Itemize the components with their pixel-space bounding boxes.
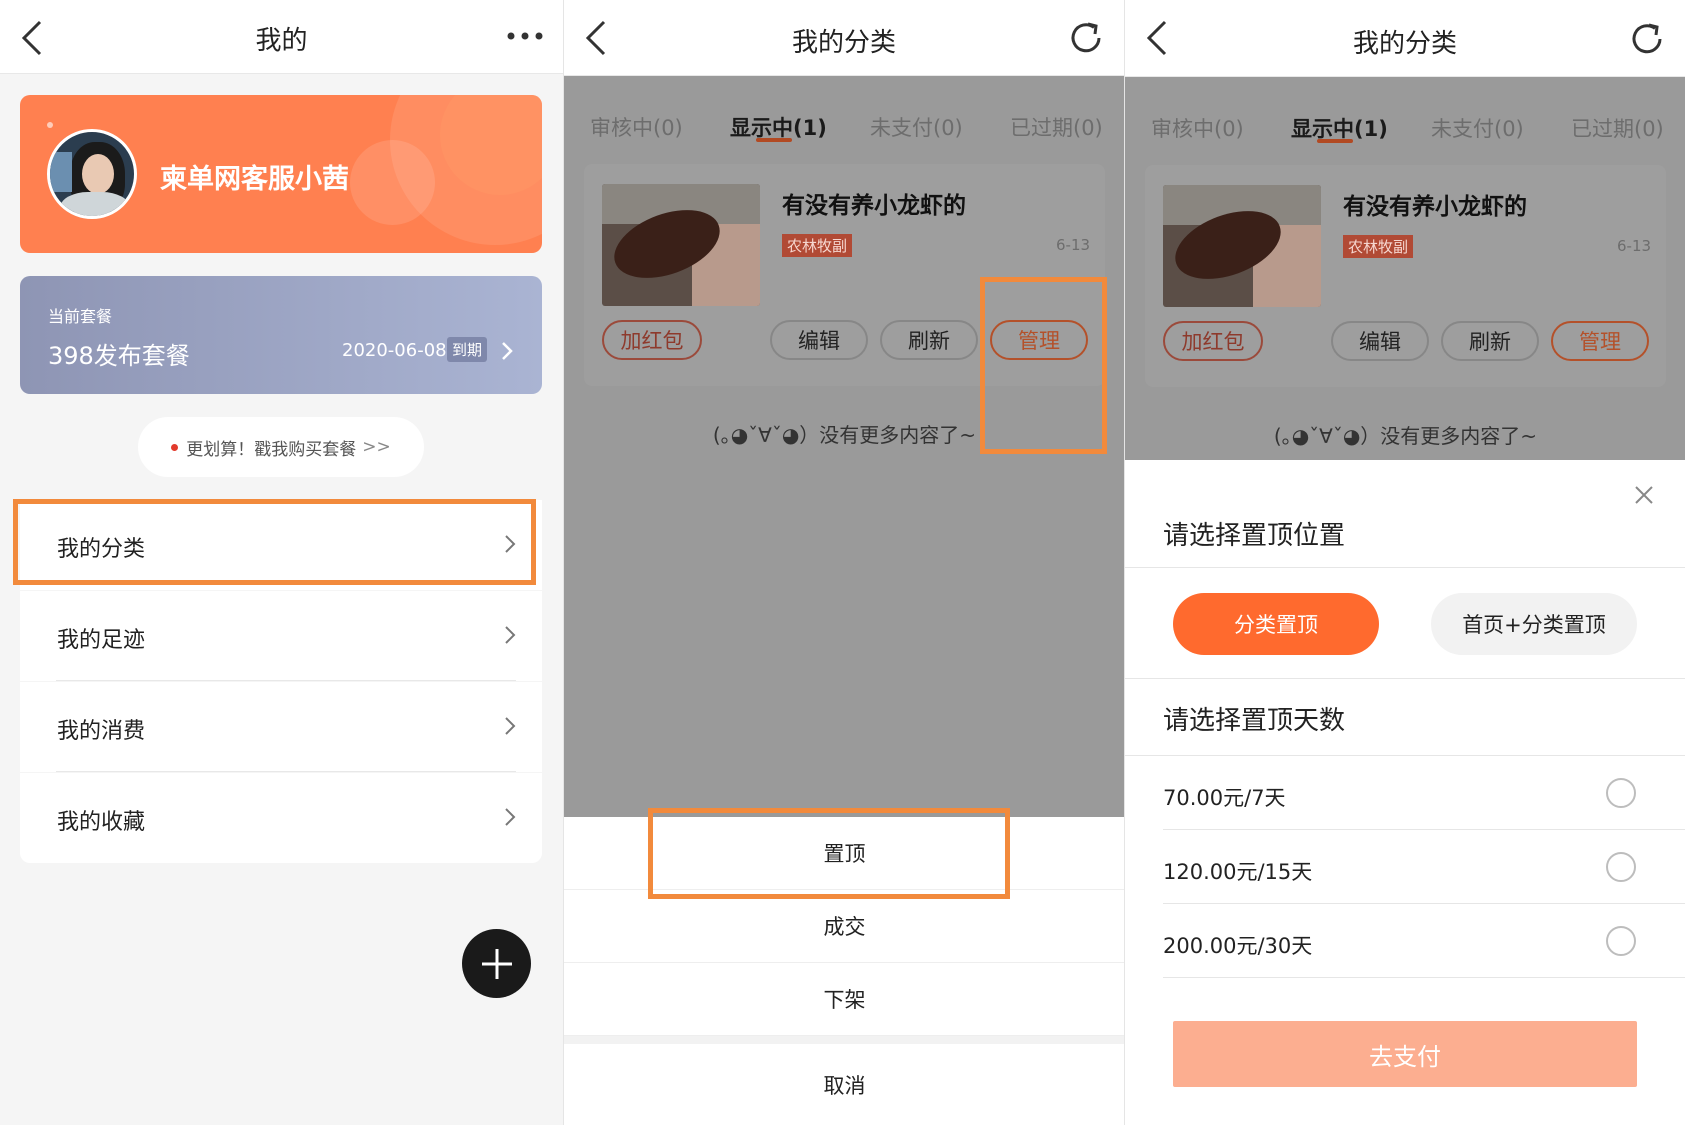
chevron-right-icon <box>505 626 516 644</box>
tab-unpaid[interactable]: 未支付(0) <box>870 112 963 142</box>
page-title: 我的分类 <box>791 28 896 58</box>
tab-unpaid[interactable]: 未支付(0) <box>1431 113 1524 143</box>
refresh-button[interactable]: 刷新 <box>880 320 978 360</box>
avatar[interactable] <box>47 129 137 219</box>
decor-dot <box>47 122 53 128</box>
action-deal[interactable]: 成交 <box>564 890 1124 963</box>
dim-overlay[interactable]: 审核中(0) 显示中(1) 未支付(0) 已过期(0) 有没有养小龙虾的 农林牧… <box>1125 77 1685 460</box>
post-thumbnail <box>602 184 760 306</box>
divider <box>1163 977 1685 978</box>
menu-item-label: 我的收藏 <box>57 810 146 835</box>
package-card[interactable]: 当前套餐 398发布套餐 2020-06-08 到期 <box>20 276 542 394</box>
panel-my-page: 我的 柬单网客服小茜 当前套餐 398发布套餐 2020-06-08 到期 更划… <box>0 0 563 1125</box>
menu-item-my-footprint[interactable]: 我的足迹 <box>20 591 542 681</box>
post-title: 有没有养小龙虾的 <box>1343 194 1527 220</box>
category-tag: 农林牧副 <box>782 234 853 257</box>
close-icon[interactable] <box>1633 484 1655 506</box>
position-heading: 请选择置顶位置 <box>1163 521 1346 551</box>
promo-text: 更划算！戳我购买套餐 <box>186 439 357 460</box>
tab-reviewing[interactable]: 审核中(0) <box>1151 113 1244 143</box>
menu-item-my-spending[interactable]: 我的消费 <box>20 682 542 772</box>
action-take-down[interactable]: 下架 <box>564 963 1124 1036</box>
highlight-frame <box>980 277 1107 454</box>
post-title: 有没有养小龙虾的 <box>782 193 966 219</box>
add-red-packet-button[interactable]: 加红包 <box>602 320 702 360</box>
tab-underline <box>1317 139 1353 143</box>
category-tag: 农林牧副 <box>1343 235 1414 258</box>
page-title: 我的分类 <box>1352 29 1457 59</box>
post-date: 6-13 <box>1617 237 1652 255</box>
divider <box>1125 678 1685 679</box>
profile-card[interactable]: 柬单网客服小茜 <box>20 95 542 253</box>
divider <box>1125 755 1685 756</box>
sheet-separator <box>564 1036 1124 1044</box>
page-title: 我的 <box>255 26 308 56</box>
chevron-right-icon <box>505 717 516 735</box>
days-heading: 请选择置顶天数 <box>1163 706 1346 736</box>
highlight-frame <box>648 808 1010 899</box>
pay-button[interactable]: 去支付 <box>1173 1021 1637 1087</box>
price-radio-15-days[interactable] <box>1606 852 1636 882</box>
manage-button[interactable]: 管理 <box>1551 321 1649 361</box>
decor-circle <box>350 140 435 225</box>
expire-badge: 到期 <box>447 337 488 362</box>
profile-name: 柬单网客服小茜 <box>160 164 349 195</box>
double-chevron-icon: >> <box>362 437 391 457</box>
edit-button[interactable]: 编辑 <box>1331 321 1429 361</box>
top-bar: 我的分类 <box>1125 0 1685 77</box>
package-name: 398发布套餐 <box>48 342 190 370</box>
chevron-right-icon <box>505 808 516 826</box>
no-more-text: (｡◕ˇ∀ˇ◕）没有更多内容了~ <box>1273 424 1538 448</box>
price-radio-7-days[interactable] <box>1606 778 1636 808</box>
plus-icon <box>481 948 512 979</box>
post-thumbnail <box>1163 185 1321 307</box>
price-option-label: 120.00元/15天 <box>1163 860 1313 884</box>
refresh-icon[interactable] <box>1627 19 1667 59</box>
promo-button[interactable]: 更划算！戳我购买套餐 >> <box>138 417 424 477</box>
add-red-packet-button[interactable]: 加红包 <box>1163 321 1263 361</box>
panel-pin-modal: 我的分类 审核中(0) 显示中(1) 未支付(0) 已过期(0) 有没有养小龙虾… <box>1124 0 1685 1125</box>
tab-expired[interactable]: 已过期(0) <box>1571 113 1664 143</box>
tab-expired[interactable]: 已过期(0) <box>1010 112 1103 142</box>
menu-item-label: 我的足迹 <box>57 628 146 653</box>
divider <box>1125 567 1685 568</box>
top-bar: 我的 <box>0 0 563 74</box>
menu-item-my-favorites[interactable]: 我的收藏 <box>20 773 542 863</box>
divider <box>1163 903 1685 904</box>
post-card[interactable]: 有没有养小龙虾的 农林牧副 6-13 加红包 编辑 刷新 管理 <box>1145 165 1666 387</box>
red-dot <box>171 443 179 451</box>
option-category-top[interactable]: 分类置顶 <box>1173 593 1379 655</box>
edit-button[interactable]: 编辑 <box>770 320 868 360</box>
highlight-frame <box>13 499 536 585</box>
divider <box>1163 829 1685 830</box>
refresh-button[interactable]: 刷新 <box>1441 321 1539 361</box>
package-label: 当前套餐 <box>48 307 113 326</box>
chevron-right-icon <box>502 342 513 360</box>
price-option-label: 70.00元/7天 <box>1163 786 1286 810</box>
price-radio-30-days[interactable] <box>1606 926 1636 956</box>
price-option-label: 200.00元/30天 <box>1163 934 1313 958</box>
top-bar: 我的分类 <box>564 0 1124 76</box>
divider <box>56 771 516 772</box>
more-icon[interactable] <box>505 30 545 42</box>
add-button[interactable] <box>462 929 531 998</box>
action-cancel[interactable]: 取消 <box>564 1044 1124 1125</box>
menu-item-label: 我的消费 <box>57 719 146 744</box>
option-home-category-top[interactable]: 首页+分类置顶 <box>1431 593 1637 655</box>
pin-modal: 请选择置顶位置 分类置顶 首页+分类置顶 请选择置顶天数 70.00元/7天 1… <box>1125 460 1685 1125</box>
tab-underline <box>756 138 792 142</box>
refresh-icon[interactable] <box>1066 18 1106 58</box>
divider <box>56 680 516 681</box>
panel-manage-sheet: 我的分类 审核中(0) 显示中(1) 未支付(0) 已过期(0) 有没有养小龙虾… <box>563 0 1124 1125</box>
package-date: 2020-06-08 <box>342 340 447 361</box>
tab-reviewing[interactable]: 审核中(0) <box>590 112 683 142</box>
post-date: 6-13 <box>1056 236 1091 254</box>
